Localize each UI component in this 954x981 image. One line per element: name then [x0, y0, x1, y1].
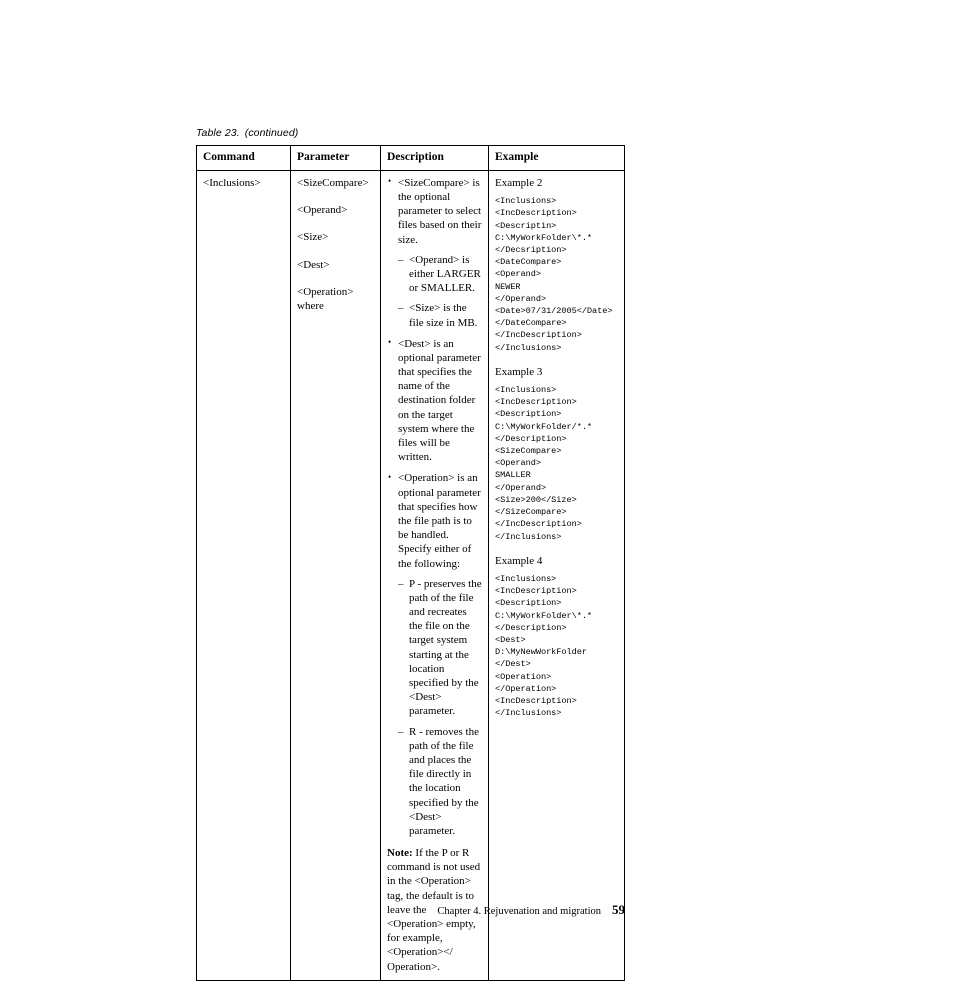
footer-page-number: 59 [612, 902, 625, 917]
example-group: Example 2 <Inclusions> <IncDescription> … [495, 176, 618, 354]
column-header-command: Command [196, 145, 291, 171]
description-sub-list: – P - preserves the path of the file and… [398, 577, 482, 838]
description-sub-item: – <Operand> is either LARGER or SMALLER. [398, 253, 482, 296]
description-block: • <SizeCompare> is the optional paramete… [387, 176, 482, 974]
example-code-block: <Inclusions> <IncDescription> <Descripti… [495, 385, 593, 542]
dash-marker-icon: – [398, 725, 404, 738]
table-caption: Table 23. (continued) [196, 127, 298, 139]
description-sub-item: – P - preserves the path of the file and… [398, 577, 482, 719]
example-code-block: <Inclusions> <IncDescription> <Descripti… [495, 196, 613, 353]
table-caption-note: (continued) [244, 127, 299, 139]
sub-text: <Size> is the file size in MB. [409, 302, 478, 329]
example-group: Example 4 <Inclusions> <IncDescription> … [495, 554, 618, 720]
column-header-parameter: Parameter [290, 145, 381, 171]
parameter-label: <Size> [297, 231, 329, 244]
table-row: <Inclusions> <SizeCompare> <Operand> <Si… [196, 169, 625, 981]
parameter-where-label: where [297, 300, 324, 313]
parameter-item: <Dest> [297, 258, 374, 272]
parameter-item: <SizeCompare> [297, 176, 374, 190]
bullet-text: <SizeCompare> is the optional parameter … [398, 176, 482, 246]
cell-example: Example 2 <Inclusions> <IncDescription> … [488, 169, 625, 981]
footer-chapter-title: Chapter 4. Rejuvenation and migration [437, 906, 601, 917]
command-name: <Inclusions> [203, 176, 261, 189]
parameter-label: <Operation> [297, 286, 354, 299]
example-title: Example 3 [495, 365, 543, 378]
parameter-item: <Operation> where [297, 285, 374, 314]
sub-text: <Operand> is either LARGER or SMALLER. [409, 253, 481, 295]
column-header-description: Description [380, 145, 489, 171]
page-footer: Chapter 4. Rejuvenation and migration 59 [0, 902, 954, 918]
description-sub-item: – <Size> is the file size in MB. [398, 301, 482, 329]
note-label: Note: [387, 847, 413, 860]
sub-text: R - removes the path of the file and pla… [409, 725, 479, 837]
parameter-label: <Dest> [297, 258, 330, 271]
cell-description: • <SizeCompare> is the optional paramete… [380, 169, 489, 981]
table-caption-number: Table 23. [196, 127, 240, 139]
sub-text: P - preserves the path of the file and r… [409, 577, 482, 718]
table-header-row: Command Parameter Description Example [196, 145, 625, 171]
bullet-marker-icon: • [388, 337, 392, 348]
column-header-example: Example [488, 145, 625, 171]
bullet-marker-icon: • [388, 176, 392, 187]
bullet-marker-icon: • [388, 471, 392, 482]
parameter-label: <SizeCompare> [297, 176, 369, 189]
example-title: Example 2 [495, 176, 543, 189]
parameters-table: Command Parameter Description Example <I… [196, 145, 625, 981]
bullet-text: <Dest> is an optional parameter that spe… [398, 337, 481, 464]
description-bullet: • <Operation> is an optional parameter t… [387, 471, 482, 838]
description-bullet-list: • <SizeCompare> is the optional paramete… [387, 176, 482, 838]
dash-marker-icon: – [398, 253, 404, 266]
example-title: Example 4 [495, 554, 543, 567]
parameter-list: <SizeCompare> <Operand> <Size> <Dest> <O… [297, 176, 374, 314]
bullet-text: <Operation> is an optional parameter tha… [398, 472, 481, 570]
cell-command: <Inclusions> [196, 169, 291, 981]
description-bullet: • <Dest> is an optional parameter that s… [387, 337, 482, 465]
cell-parameter: <SizeCompare> <Operand> <Size> <Dest> <O… [290, 169, 381, 981]
parameter-label: <Operand> [297, 204, 348, 217]
document-page: Table 23. (continued) Command Parameter D… [0, 0, 954, 981]
dash-marker-icon: – [398, 577, 404, 590]
description-bullet: • <SizeCompare> is the optional paramete… [387, 176, 482, 330]
dash-marker-icon: – [398, 302, 404, 315]
parameter-item: <Operand> [297, 203, 374, 217]
description-sub-list: – <Operand> is either LARGER or SMALLER.… [398, 253, 482, 330]
example-code-block: <Inclusions> <IncDescription> <Descripti… [495, 574, 593, 719]
parameter-item: <Size> [297, 230, 374, 244]
description-sub-item: – R - removes the path of the file and p… [398, 725, 482, 839]
example-group: Example 3 <Inclusions> <IncDescription> … [495, 365, 618, 543]
